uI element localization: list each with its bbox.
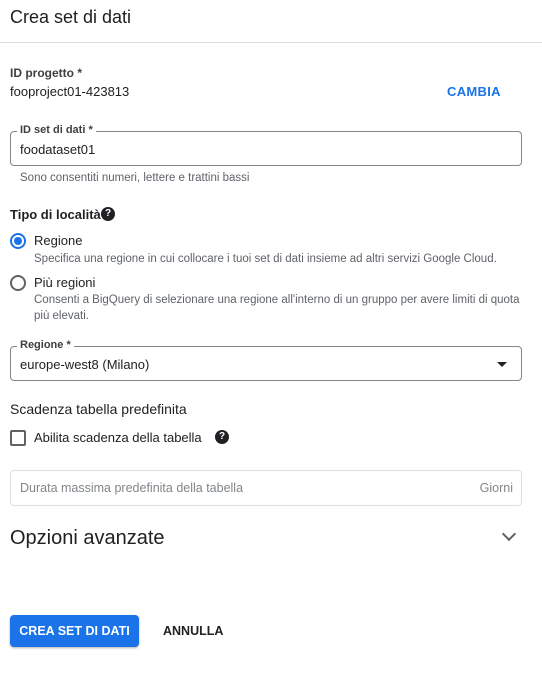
- region-value: europe-west8 (Milano): [20, 357, 150, 372]
- change-project-button[interactable]: CAMBIA: [447, 84, 501, 99]
- max-duration-placeholder: Durata massima predefinita della tabella: [20, 481, 244, 495]
- help-circle-icon[interactable]: ?: [101, 207, 115, 221]
- dataset-id-hint: Sono consentiti numeri, lettere e tratti…: [20, 172, 250, 184]
- dataset-id-label: ID set di dati *: [17, 124, 96, 136]
- dropdown-arrow-icon: [497, 362, 507, 367]
- dialog-header: Crea set di dati: [0, 0, 542, 43]
- help-circle-icon[interactable]: ?: [215, 430, 229, 444]
- region-select[interactable]: Regione * europe-west8 (Milano): [10, 339, 522, 381]
- location-type-title: Tipo di località: [10, 207, 101, 222]
- max-duration-field: Durata massima predefinita della tabella…: [10, 470, 522, 506]
- radio-multi-region-label[interactable]: Più regioni: [34, 275, 95, 290]
- create-dataset-button[interactable]: CREA SET DI DATI: [10, 615, 139, 647]
- duration-unit: Giorni: [479, 481, 513, 495]
- radio-region-label[interactable]: Regione: [34, 233, 82, 248]
- dialog-title: Crea set di dati: [10, 7, 132, 27]
- enable-expiration-label[interactable]: Abilita scadenza della tabella: [34, 430, 202, 445]
- advanced-options-title[interactable]: Opzioni avanzate: [10, 527, 165, 550]
- project-id-label: ID progetto *: [10, 66, 82, 80]
- chevron-down-icon[interactable]: [501, 526, 517, 542]
- radio-multi-region[interactable]: [10, 275, 26, 291]
- dataset-id-value: foodataset01: [20, 142, 96, 157]
- cancel-button[interactable]: ANNULLA: [163, 624, 223, 638]
- radio-region[interactable]: [10, 233, 26, 249]
- enable-expiration-checkbox[interactable]: [10, 430, 26, 446]
- project-id-value: fooproject01-423813: [10, 84, 130, 99]
- radio-region-description: Specifica una regione in cui collocare i…: [34, 253, 497, 265]
- region-label: Regione *: [17, 339, 74, 351]
- expiration-title: Scadenza tabella predefinita: [10, 401, 187, 417]
- radio-multi-region-description: Consenti a BigQuery di selezionare una r…: [34, 294, 520, 322]
- dataset-id-field[interactable]: ID set di dati * foodataset01: [10, 124, 522, 166]
